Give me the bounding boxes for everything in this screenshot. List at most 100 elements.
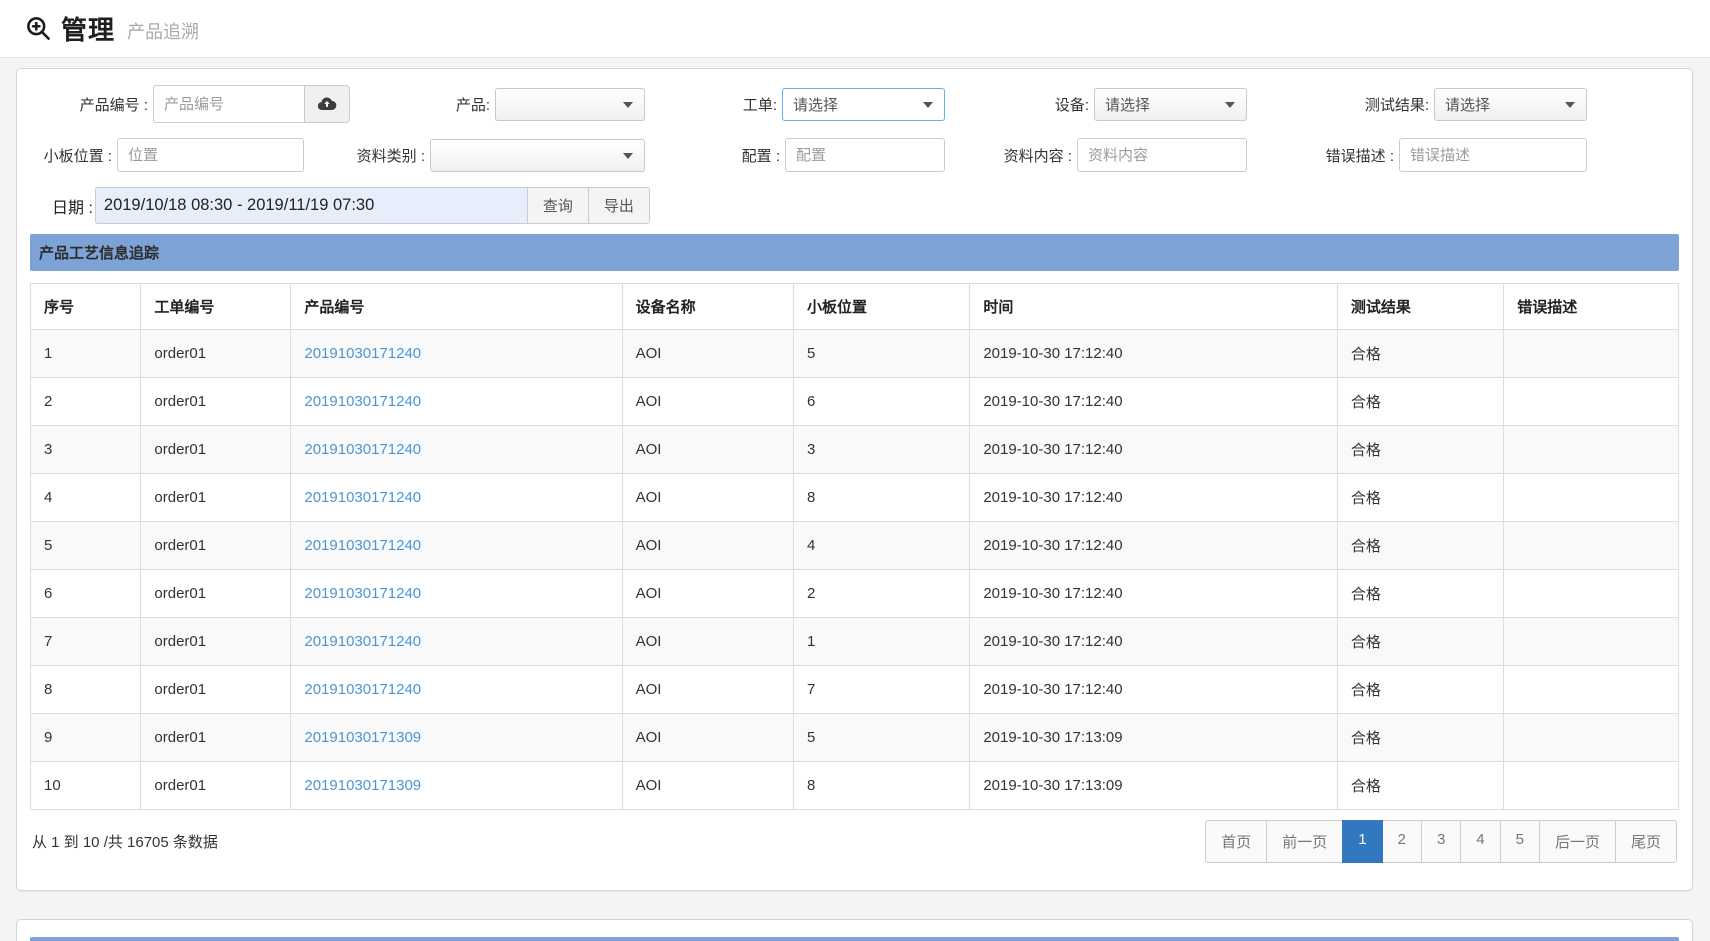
page-button[interactable]: 5 [1500,820,1540,863]
upload-button[interactable] [304,85,350,123]
field-product: 产品: [350,88,645,121]
search-button[interactable]: 查询 [527,187,589,224]
cell-board-pos: 3 [793,426,969,474]
product-link[interactable]: 20191030171240 [304,681,421,698]
app-screen: 管理 产品追溯 产品编号 : 产品: [0,0,1710,941]
product-no-input[interactable] [153,85,305,123]
cell-product-no: 20191030171240 [291,426,622,474]
page-button[interactable]: 4 [1460,820,1500,863]
chevron-down-icon [923,102,933,108]
test-result-select-value: 请选择 [1445,94,1490,115]
process-trace-panel: 产品编号 : 产品: 工单: 请选择 [16,68,1693,891]
cell-work-order: order01 [141,666,291,714]
product-link[interactable]: 20191030171240 [304,393,421,410]
work-order-select-value: 请选择 [793,94,838,115]
cell-board-pos: 8 [793,762,969,810]
cell-work-order: order01 [141,618,291,666]
cell-result: 合格 [1337,618,1503,666]
cell-seq: 4 [31,474,141,522]
cell-board-pos: 2 [793,570,969,618]
device-label: 设备: [945,94,1094,115]
error-desc-label: 错误描述 : [1247,145,1399,166]
table-row: 4 order01 20191030171240 AOI 8 2019-10-3… [31,474,1679,522]
product-link[interactable]: 20191030171240 [304,633,421,650]
table-row: 8 order01 20191030171240 AOI 7 2019-10-3… [31,666,1679,714]
cell-work-order: order01 [141,330,291,378]
field-board-pos: 小板位置 : [30,138,350,172]
data-content-input[interactable] [1077,138,1247,172]
page-button[interactable]: 1 [1342,820,1382,863]
col-product-no: 产品编号 [291,284,622,330]
export-button[interactable]: 导出 [588,187,650,224]
page-button[interactable]: 后一页 [1539,820,1616,863]
device-select-value: 请选择 [1105,94,1150,115]
table-row: 2 order01 20191030171240 AOI 6 2019-10-3… [31,378,1679,426]
table-row: 3 order01 20191030171240 AOI 3 2019-10-3… [31,426,1679,474]
cell-result: 合格 [1337,378,1503,426]
test-result-label: 测试结果: [1247,94,1434,115]
zoom-in-icon [25,15,52,42]
cell-product-no: 20191030171240 [291,666,622,714]
error-desc-input[interactable] [1399,138,1587,172]
cell-error [1504,666,1679,714]
cell-device: AOI [622,618,793,666]
product-link[interactable]: 20191030171240 [304,345,421,362]
board-pos-input[interactable] [117,138,304,172]
work-order-select[interactable]: 请选择 [782,88,945,121]
data-category-select[interactable] [430,139,645,172]
page-button[interactable]: 前一页 [1266,820,1343,863]
product-link[interactable]: 20191030171240 [304,441,421,458]
page-button[interactable]: 首页 [1205,820,1267,863]
chevron-down-icon [623,153,633,159]
cell-device: AOI [622,426,793,474]
cell-work-order: order01 [141,378,291,426]
page-header: 管理 产品追溯 [0,0,1710,58]
page-button[interactable]: 3 [1421,820,1461,863]
cell-work-order: order01 [141,714,291,762]
cell-result: 合格 [1337,474,1503,522]
test-result-select[interactable]: 请选择 [1434,88,1587,121]
cell-time: 2019-10-30 17:13:09 [970,762,1338,810]
cell-product-no: 20191030171240 [291,522,622,570]
product-link[interactable]: 20191030171309 [304,729,421,746]
field-data-content: 资料内容 : [945,138,1247,172]
field-device: 设备: 请选择 [945,88,1247,121]
cell-error [1504,762,1679,810]
cell-error [1504,330,1679,378]
table-row: 10 order01 20191030171309 AOI 8 2019-10-… [31,762,1679,810]
cell-time: 2019-10-30 17:12:40 [970,378,1338,426]
cell-device: AOI [622,378,793,426]
cell-work-order: order01 [141,570,291,618]
board-pos-label: 小板位置 : [30,145,117,166]
cell-product-no: 20191030171240 [291,618,622,666]
page-button[interactable]: 2 [1382,820,1422,863]
field-test-result: 测试结果: 请选择 [1247,88,1587,121]
device-select[interactable]: 请选择 [1094,88,1247,121]
cell-error [1504,522,1679,570]
cell-time: 2019-10-30 17:12:40 [970,330,1338,378]
field-data-category: 资料类别 : [350,139,645,172]
cell-device: AOI [622,714,793,762]
date-range-input[interactable] [95,187,528,224]
product-select[interactable] [495,88,645,121]
table-row: 7 order01 20191030171240 AOI 1 2019-10-3… [31,618,1679,666]
product-label: 产品: [350,94,495,115]
cloud-upload-icon [316,93,338,115]
cell-seq: 10 [31,762,141,810]
cell-work-order: order01 [141,762,291,810]
product-link[interactable]: 20191030171309 [304,777,421,794]
cell-device: AOI [622,762,793,810]
product-link[interactable]: 20191030171240 [304,537,421,554]
cell-seq: 5 [31,522,141,570]
page-title: 管理 [61,10,115,47]
page-button[interactable]: 尾页 [1615,820,1677,863]
cell-device: AOI [622,666,793,714]
col-error: 错误描述 [1504,284,1679,330]
cell-product-no: 20191030171240 [291,330,622,378]
config-input[interactable] [785,138,945,172]
cell-work-order: order01 [141,474,291,522]
product-link[interactable]: 20191030171240 [304,489,421,506]
cell-board-pos: 7 [793,666,969,714]
product-link[interactable]: 20191030171240 [304,585,421,602]
col-time: 时间 [970,284,1338,330]
